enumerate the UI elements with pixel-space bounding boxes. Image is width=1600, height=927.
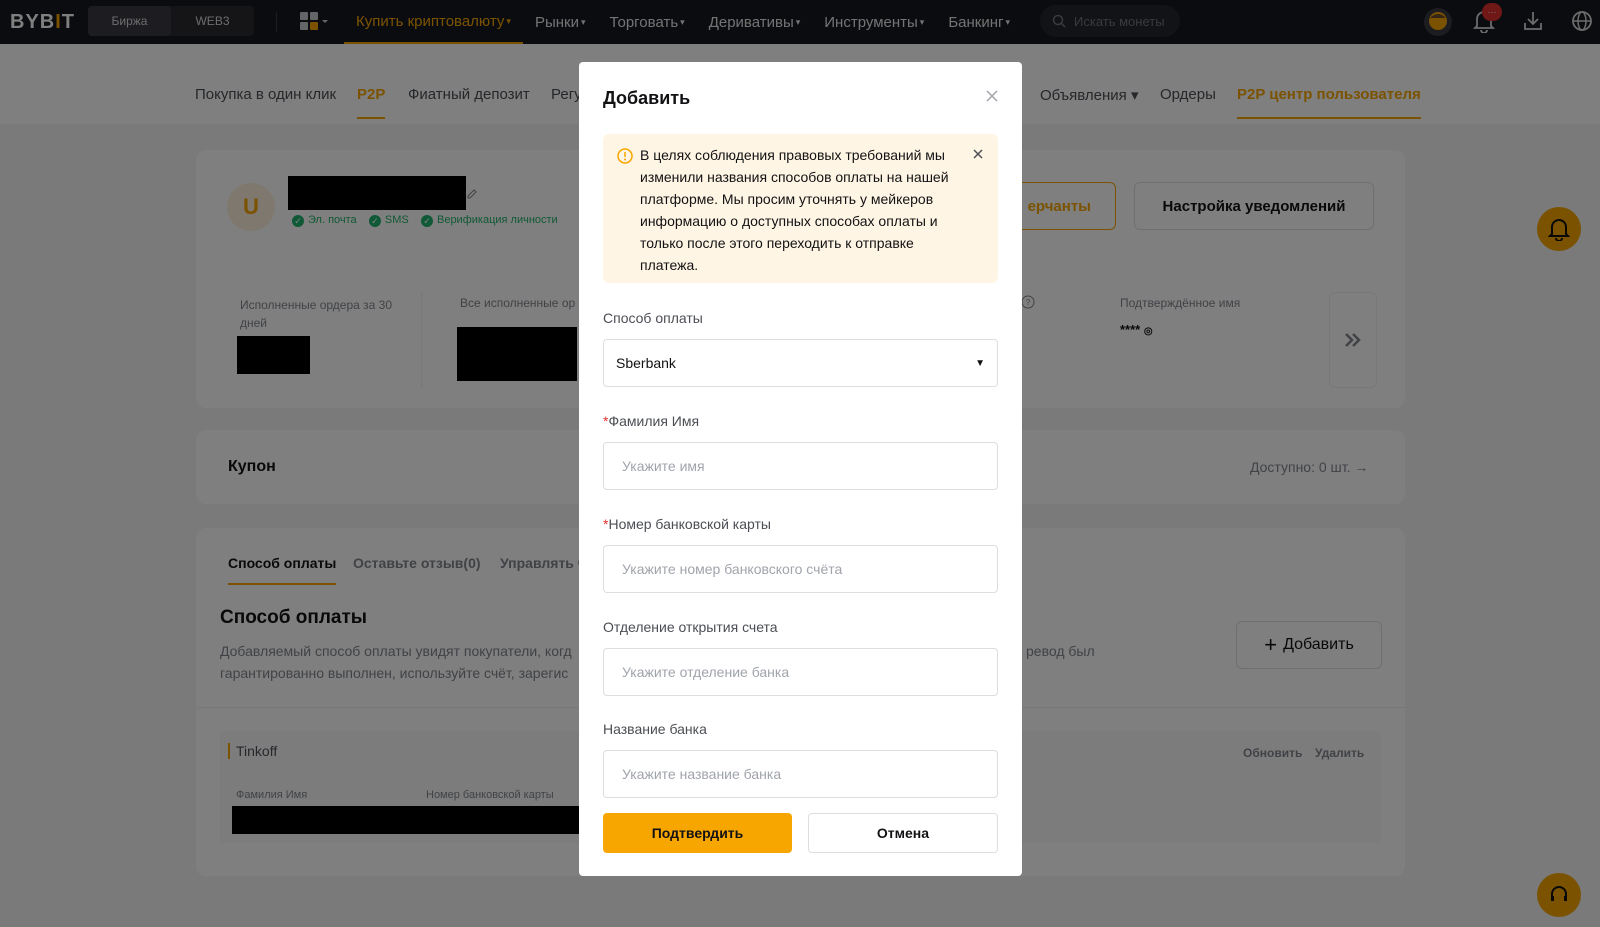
add-payment-modal: Добавить В целях соблюдения правовых тре… <box>579 62 1022 876</box>
warning-icon <box>617 148 633 164</box>
notice-text: В целях соблюдения правовых требований м… <box>640 147 949 273</box>
caret-down-icon: ▼ <box>975 358 985 369</box>
card-number-input[interactable]: Укажите номер банковского счёта <box>603 545 998 593</box>
pay-method-label: Способ оплаты <box>603 310 703 326</box>
cancel-button[interactable]: Отмена <box>808 813 998 853</box>
card-number-label: *Номер банковской карты <box>603 516 771 532</box>
pay-method-select[interactable]: Sberbank ▼ <box>603 339 998 387</box>
legal-notice-banner: В целях соблюдения правовых требований м… <box>603 134 998 283</box>
branch-label: Отделение открытия счета <box>603 619 778 635</box>
fullname-input[interactable]: Укажите имя <box>603 442 998 490</box>
confirm-button[interactable]: Подтвердить <box>603 813 792 853</box>
close-icon[interactable] <box>984 88 1000 104</box>
fullname-label: *Фамилия Имя <box>603 413 700 429</box>
bank-name-input[interactable]: Укажите название банка <box>603 750 998 798</box>
modal-title: Добавить <box>603 88 691 108</box>
bank-name-label: Название банка <box>603 721 707 737</box>
branch-input[interactable]: Укажите отделение банка <box>603 648 998 696</box>
close-notice-icon[interactable] <box>972 148 984 160</box>
